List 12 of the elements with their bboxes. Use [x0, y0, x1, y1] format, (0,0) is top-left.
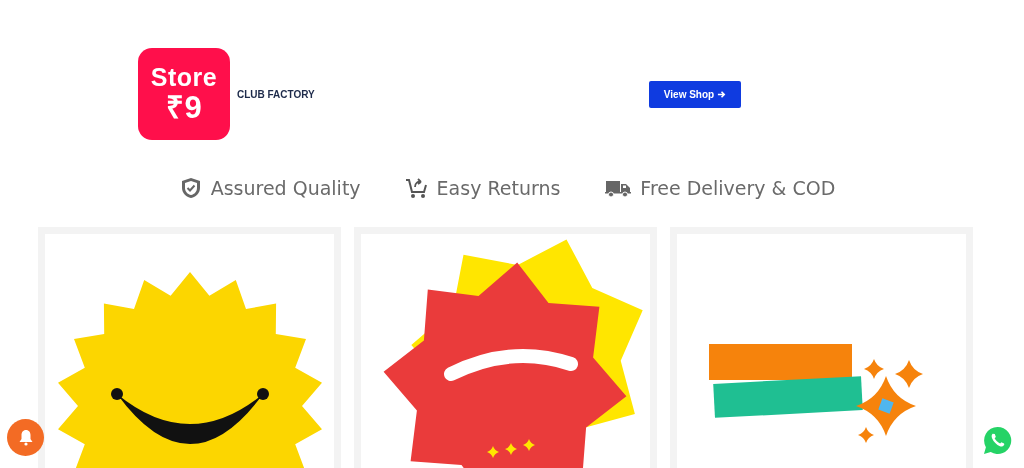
feature-label: Assured Quality — [210, 177, 361, 199]
notification-button[interactable] — [7, 419, 44, 456]
logo-text: Store — [150, 63, 218, 91]
view-shop-button[interactable]: View Shop — [649, 80, 741, 108]
logo-price: ₹9 — [166, 91, 202, 125]
store-name: CLUB FACTORY — [237, 88, 316, 100]
feature-label: Free Delivery & COD — [640, 177, 836, 199]
whatsapp-icon[interactable] — [983, 426, 1012, 455]
bell-icon — [17, 429, 34, 446]
cart-return-icon — [404, 176, 429, 200]
feature-label: Easy Returns — [436, 177, 561, 199]
arrow-icon — [717, 89, 727, 99]
